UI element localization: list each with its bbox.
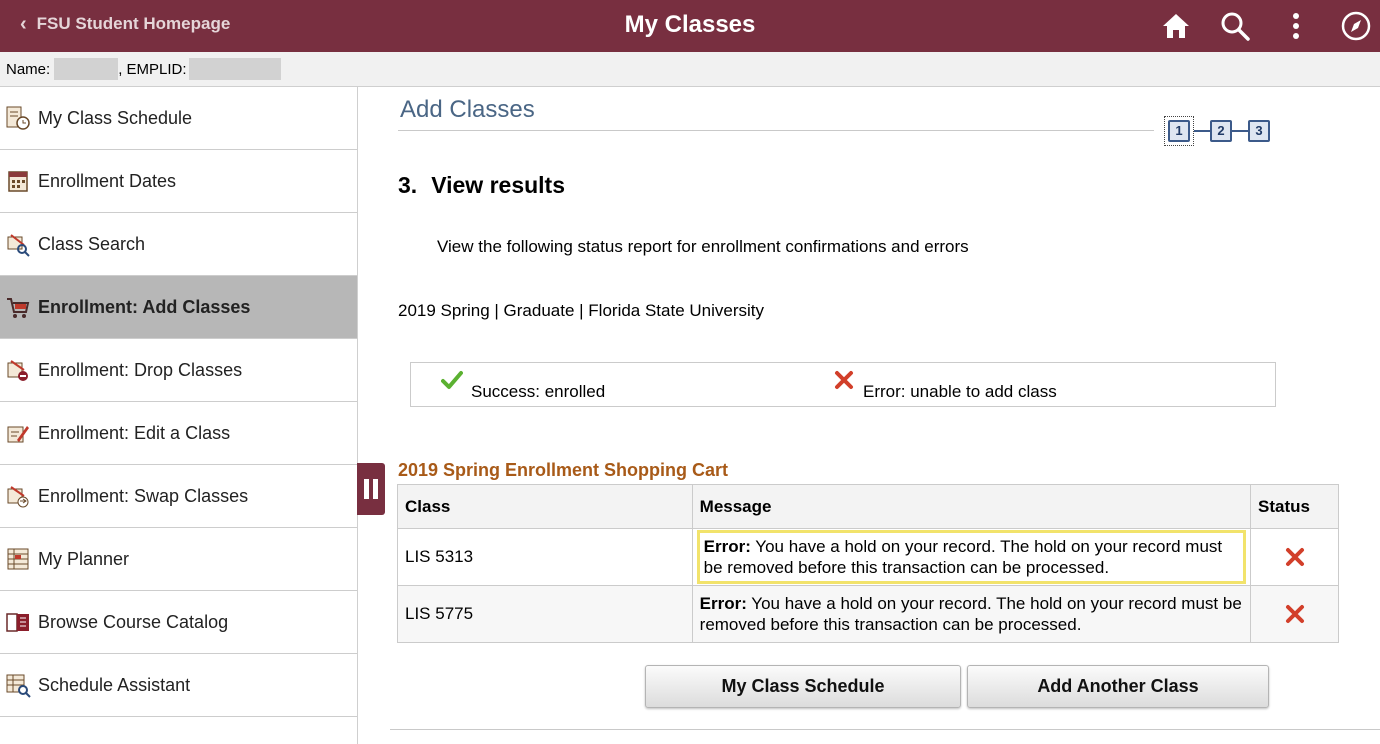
navbar-compass-icon[interactable]: [1340, 10, 1372, 42]
column-header-message: Message: [691, 484, 1252, 529]
step-heading-number: 3.: [398, 172, 418, 198]
schedule-assistant-icon: [4, 671, 32, 699]
step-2[interactable]: 2: [1210, 120, 1232, 142]
sidebar-item-label: Enrollment: Drop Classes: [38, 359, 243, 380]
back-label: FSU Student Homepage: [36, 14, 231, 33]
highlighted-message: Error: You have a hold on your record. T…: [696, 530, 1247, 584]
sidebar-item-drop-classes[interactable]: Enrollment: Drop Classes: [0, 339, 357, 402]
enrollment-results-table: Class Message Status LIS 5313 Error: You…: [397, 484, 1339, 643]
table-row: LIS 5313 Error: You have a hold on your …: [397, 528, 1339, 586]
emplid-label: , EMPLID:: [118, 60, 187, 78]
step-indicator: 1 2 3: [1164, 116, 1270, 146]
sidebar-item-edit-class[interactable]: Enrollment: Edit a Class: [0, 402, 357, 465]
sidebar-item-label: Schedule Assistant: [38, 674, 191, 695]
sidebar-item-my-class-schedule[interactable]: My Class Schedule: [0, 87, 357, 150]
shopping-cart-title: 2019 Spring Enrollment Shopping Cart: [398, 460, 729, 480]
legend-success-label: Success: enrolled: [471, 382, 606, 401]
class-search-icon: [4, 230, 32, 258]
sidebar-item-browse-catalog[interactable]: Browse Course Catalog: [0, 591, 357, 654]
sidebar-item-label: My Class Schedule: [38, 107, 193, 128]
sidebar-item-my-planner[interactable]: My Planner: [0, 528, 357, 591]
success-check-icon: [441, 371, 463, 389]
status-legend: Success: enrolled Error: unable to add c…: [410, 362, 1276, 407]
catalog-book-icon: [4, 608, 32, 636]
student-name-bar: Name: , EMPLID:: [0, 52, 1380, 87]
back-to-homepage-link[interactable]: ‹ FSU Student Homepage: [20, 14, 230, 34]
message-text: You have a hold on your record. The hold…: [703, 537, 1223, 577]
status-cell: [1250, 528, 1339, 586]
pause-bar-icon: [373, 479, 378, 499]
my-class-schedule-button[interactable]: My Class Schedule: [645, 665, 961, 708]
swap-class-icon: [4, 482, 32, 510]
error-x-icon: [835, 371, 853, 389]
sidebar-item-class-search[interactable]: Class Search: [0, 213, 357, 276]
edit-class-icon: [4, 419, 32, 447]
table-row: LIS 5775 Error: You have a hold on your …: [397, 585, 1339, 643]
search-icon[interactable]: [1219, 10, 1251, 42]
message-prefix: Error:: [699, 594, 747, 613]
pause-bar-icon: [364, 479, 369, 499]
cart-icon: [4, 293, 32, 321]
term-info: 2019 Spring | Graduate | Florida State U…: [398, 301, 765, 320]
home-icon[interactable]: [1160, 10, 1192, 42]
step-connector: [1232, 130, 1248, 132]
message-text: You have a hold on your record. The hold…: [699, 594, 1242, 634]
step-3[interactable]: 3: [1248, 120, 1270, 142]
message-prefix: Error:: [703, 537, 751, 556]
column-header-status: Status: [1250, 484, 1339, 529]
drop-class-icon: [4, 356, 32, 384]
legend-error: Error: unable to add class: [833, 371, 1057, 402]
sidebar-collapse-button[interactable]: [357, 463, 385, 515]
sidebar-item-swap-classes[interactable]: Enrollment: Swap Classes: [0, 465, 357, 528]
sidebar-nav: My Class Schedule Enrollment Dates Class…: [0, 87, 358, 744]
planner-icon: [4, 545, 32, 573]
step-connector: [1194, 130, 1210, 132]
step-1[interactable]: 1: [1168, 120, 1190, 142]
title-divider: [398, 130, 1154, 131]
redacted-name: [54, 58, 119, 80]
error-x-icon: [1285, 605, 1304, 623]
message-cell: Error: You have a hold on your record. T…: [691, 528, 1252, 586]
bottom-divider: [390, 729, 1380, 730]
message: Error: You have a hold on your record. T…: [700, 593, 1243, 635]
column-header-class: Class: [397, 484, 693, 529]
sidebar-item-label: Enrollment: Add Classes: [38, 296, 251, 317]
error-x-icon: [1285, 548, 1304, 566]
schedule-clock-icon: [4, 104, 32, 132]
sidebar-item-label: Class Search: [38, 233, 146, 254]
sidebar-item-label: My Planner: [38, 548, 130, 569]
table-header-row: Class Message Status: [397, 484, 1339, 529]
sidebar-item-schedule-assistant[interactable]: Schedule Assistant: [0, 654, 357, 717]
sidebar-item-label: Enrollment: Swap Classes: [38, 485, 249, 506]
step-heading: 3. View results: [398, 172, 565, 199]
more-vertical-icon[interactable]: [1280, 10, 1312, 42]
legend-success: Success: enrolled: [441, 371, 605, 402]
message-cell: Error: You have a hold on your record. T…: [691, 585, 1252, 643]
legend-error-label: Error: unable to add class: [863, 382, 1057, 401]
sidebar-item-add-classes[interactable]: Enrollment: Add Classes: [0, 276, 357, 339]
redacted-emplid: [188, 58, 281, 80]
sidebar-item-label: Browse Course Catalog: [38, 611, 229, 632]
instructions-text: View the following status report for enr…: [437, 237, 969, 256]
add-classes-title: Add Classes: [400, 96, 535, 123]
class-cell: LIS 5313: [397, 528, 693, 586]
add-another-class-button[interactable]: Add Another Class: [967, 665, 1269, 708]
sidebar-item-enrollment-dates[interactable]: Enrollment Dates: [0, 150, 357, 213]
sidebar-item-label: Enrollment: Edit a Class: [38, 422, 231, 443]
class-cell: LIS 5775: [397, 585, 693, 643]
calendar-icon: [4, 167, 32, 195]
app-header: ‹ FSU Student Homepage My Classes: [0, 0, 1380, 52]
status-cell: [1250, 585, 1339, 643]
step-heading-text: View results: [431, 172, 565, 198]
step-1-focus[interactable]: 1: [1164, 116, 1194, 146]
sidebar-item-label: Enrollment Dates: [38, 170, 177, 191]
name-label: Name:: [6, 60, 51, 78]
chevron-left-icon: ‹: [20, 13, 27, 35]
